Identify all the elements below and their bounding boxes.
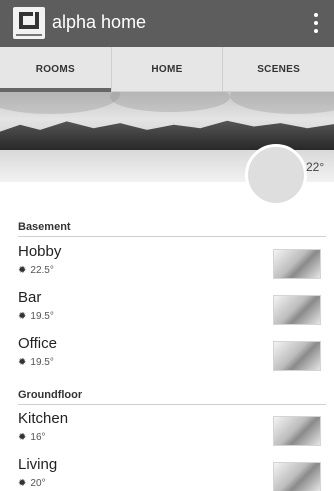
tab-rooms[interactable]: ROOMS bbox=[0, 47, 111, 92]
room-temperature-value: 20° bbox=[30, 478, 46, 489]
room-thumbnail bbox=[273, 249, 321, 279]
room-temperature: ✹ 19.5° bbox=[18, 311, 54, 322]
room-item-hobby[interactable]: Hobby ✹ 22.5° bbox=[18, 243, 326, 289]
tab-bar: ROOMS HOME SCENES bbox=[0, 47, 334, 92]
room-temperature-value: 22.5° bbox=[30, 265, 54, 276]
alpha-home-logo-icon bbox=[13, 7, 45, 39]
room-name: Hobby bbox=[18, 243, 62, 260]
room-item-kitchen[interactable]: Kitchen ✹ 16° bbox=[18, 410, 326, 456]
room-temperature: ✹ 22.5° bbox=[18, 265, 54, 276]
room-temperature-value: 16° bbox=[30, 432, 46, 443]
tab-scenes[interactable]: SCENES bbox=[222, 47, 334, 91]
section-header-groundfloor: Groundfloor bbox=[18, 389, 83, 401]
more-vert-icon[interactable] bbox=[306, 11, 326, 35]
section-divider bbox=[18, 236, 326, 237]
room-name: Bar bbox=[18, 289, 42, 306]
room-temperature: ✹ 16° bbox=[18, 432, 46, 443]
room-thumbnail bbox=[273, 341, 321, 371]
room-item-office[interactable]: Office ✹ 19.5° bbox=[18, 335, 326, 381]
room-thumbnail bbox=[273, 295, 321, 325]
room-temperature: ✹ 20° bbox=[18, 478, 46, 489]
room-temperature-value: 19.5° bbox=[30, 357, 54, 368]
room-name: Living bbox=[18, 456, 58, 473]
app-bar: alpha home bbox=[0, 0, 334, 47]
section-divider bbox=[18, 404, 326, 405]
home-temperature: 22° bbox=[306, 160, 325, 174]
room-item-bar[interactable]: Bar ✹ 19.5° bbox=[18, 289, 326, 335]
sun-icon: ✹ bbox=[18, 478, 27, 489]
section-header-basement: Basement bbox=[18, 221, 71, 233]
sun-icon: ✹ bbox=[18, 357, 27, 368]
room-name: Office bbox=[18, 335, 57, 352]
app-title: alpha home bbox=[52, 12, 147, 32]
room-thumbnail bbox=[273, 416, 321, 446]
room-item-living[interactable]: Living ✹ 20° bbox=[18, 456, 326, 491]
room-name: Kitchen bbox=[18, 410, 69, 427]
sun-icon: ✹ bbox=[18, 311, 27, 322]
room-thumbnail bbox=[273, 462, 321, 491]
room-temperature: ✹ 19.5° bbox=[18, 357, 54, 368]
sun-icon: ✹ bbox=[18, 432, 27, 443]
room-temperature-value: 19.5° bbox=[30, 311, 54, 322]
temperature-dial[interactable] bbox=[245, 144, 307, 206]
sun-icon: ✹ bbox=[18, 265, 27, 276]
tab-home[interactable]: HOME bbox=[110, 47, 223, 91]
